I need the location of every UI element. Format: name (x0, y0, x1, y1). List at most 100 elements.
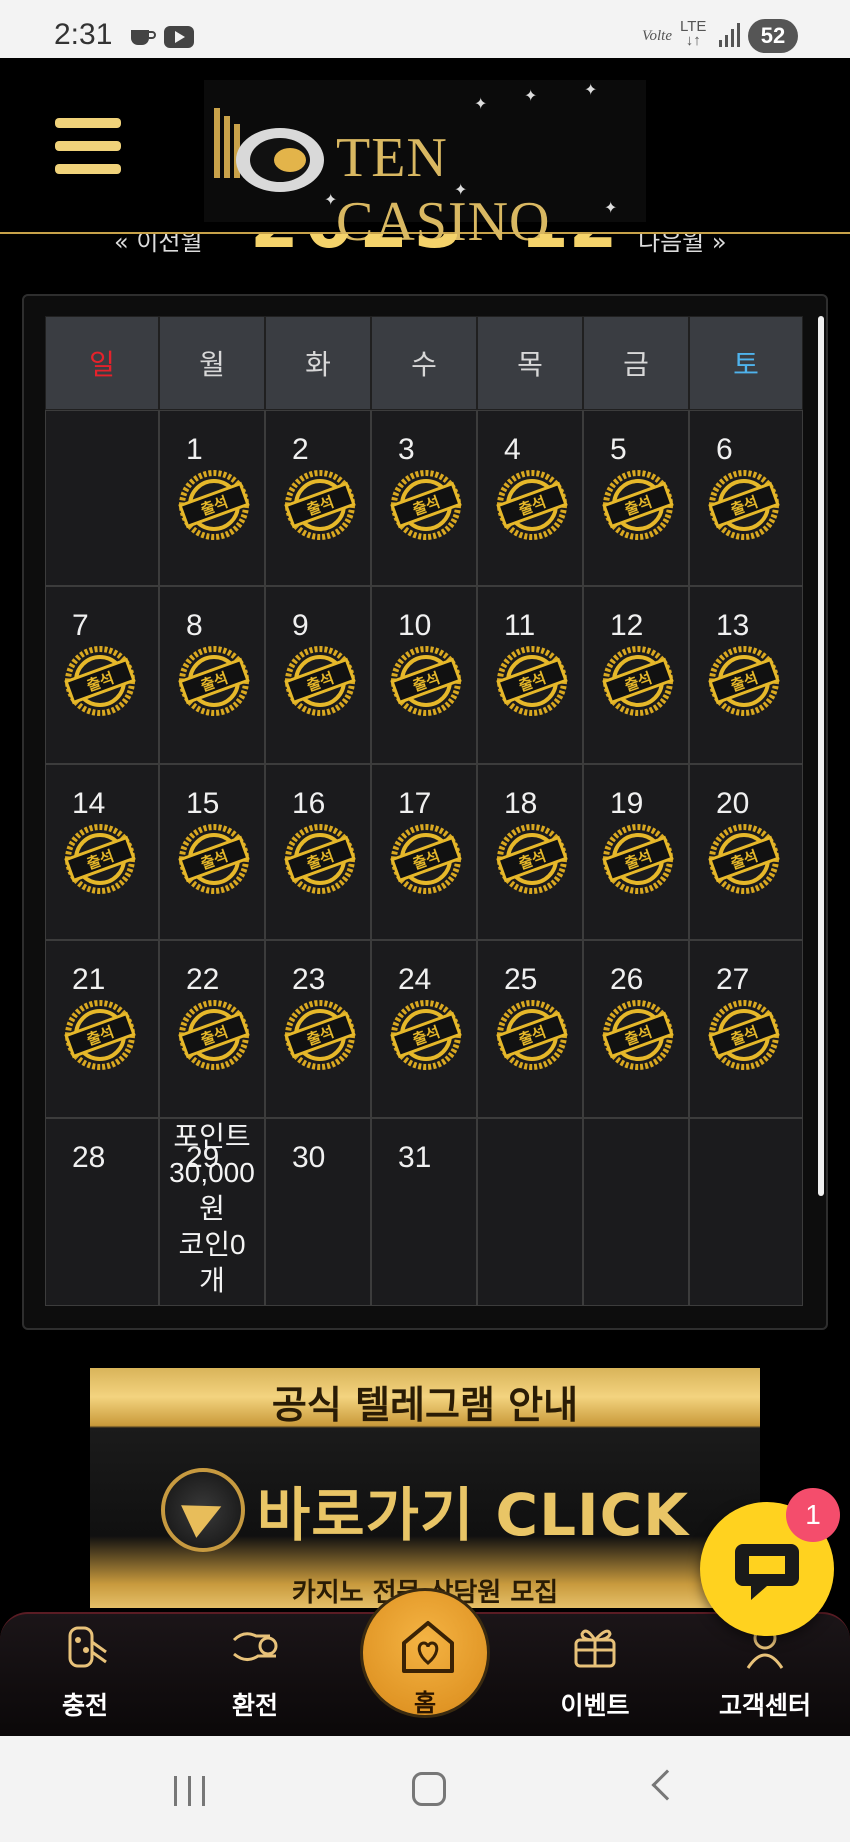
site-logo[interactable]: TEN CASINO ✦ ✦ ✦ ✦ ✦ ✦ (204, 80, 646, 253)
calendar-day-cell[interactable]: 4 출석 (477, 410, 583, 586)
calendar-day-cell[interactable]: 9 출석 (265, 586, 371, 764)
day-number: 5 (610, 433, 627, 466)
menu-bar-icon (55, 141, 121, 151)
telegram-banner[interactable]: 공식 텔레그램 안내 바로가기 CLICK 카지노 전문 상담원 모집 (90, 1368, 760, 1608)
calendar-day-cell[interactable]: 11 출석 (477, 586, 583, 764)
attendance-stamp-icon: 출석 (706, 467, 782, 543)
day-number: 13 (716, 609, 750, 642)
day-number: 31 (398, 1141, 432, 1174)
calendar-day-cell[interactable]: 5 출석 (583, 410, 689, 586)
calendar-day-cell[interactable]: 8 출석 (159, 586, 265, 764)
attendance-stamp-icon: 출석 (282, 821, 358, 897)
day-number: 14 (72, 787, 106, 820)
reward-line: 30,000 (169, 1157, 255, 1188)
day-number: 22 (186, 963, 220, 996)
nav-home-label: 홈 (413, 1689, 437, 1717)
calendar-day-cell[interactable]: 12 출석 (583, 586, 689, 764)
recent-bar-icon (202, 1776, 205, 1806)
calendar-day-cell[interactable]: 25 출석 (477, 940, 583, 1118)
system-back-button[interactable] (651, 1769, 683, 1801)
calendar-day-cell[interactable]: 18 출석 (477, 764, 583, 940)
calendar-month: 12 (520, 234, 617, 254)
calendar-day-cell[interactable]: 7 출석 (45, 586, 159, 764)
calendar-day-cell[interactable]: 24 출석 (371, 940, 477, 1118)
menu-bar-icon (55, 118, 121, 128)
calendar-empty-cell (477, 1118, 583, 1306)
scrollbar[interactable] (818, 316, 824, 1196)
calendar-day-cell[interactable]: 17 출석 (371, 764, 477, 940)
calendar-day-cell[interactable]: 22 출석 (159, 940, 265, 1118)
attendance-stamp-icon: 출석 (176, 821, 252, 897)
attendance-stamp-icon: 출석 (494, 997, 570, 1073)
attendance-stamp-icon: 출석 (494, 821, 570, 897)
site-header: TEN CASINO ✦ ✦ ✦ ✦ ✦ ✦ (0, 58, 850, 253)
charge-icon (68, 1626, 107, 1668)
recent-apps-button[interactable] (174, 1776, 208, 1806)
calendar-empty-cell (45, 410, 159, 586)
calendar-day-cell[interactable]: 27 출석 (689, 940, 803, 1118)
day-number: 1 (186, 433, 203, 466)
attendance-stamp-icon: 출석 (706, 821, 782, 897)
weekday-header-cell: 금 (583, 316, 689, 410)
day-number: 12 (610, 609, 644, 642)
calendar-day-cell[interactable]: 2 출석 (265, 410, 371, 586)
volte-indicator: Volte (642, 28, 672, 44)
attendance-stamp-icon: 출석 (600, 467, 676, 543)
calendar-week-row: 14 출석 15 출석 16 출석 17 출석 18 출석 19 출석 20 출석 (45, 764, 805, 940)
day-number: 30 (292, 1141, 326, 1174)
attendance-stamp-icon: 출석 (600, 997, 676, 1073)
coffee-icon (131, 30, 156, 45)
day-number: 10 (398, 609, 432, 642)
youtube-icon (164, 26, 194, 48)
calendar-day-cell[interactable]: 16 출석 (265, 764, 371, 940)
calendar-day-cell[interactable]: 29 포인트 30,000 원 코인0 개 (159, 1118, 265, 1306)
calendar-empty-cell (583, 1118, 689, 1306)
attendance-stamp-icon: 출석 (494, 643, 570, 719)
day-number: 25 (504, 963, 538, 996)
calendar-day-cell[interactable]: 1 출석 (159, 410, 265, 586)
recent-bar-icon (188, 1776, 191, 1806)
lte-indicator: LTE ↓↑ (680, 18, 707, 49)
calendar-day-cell[interactable]: 13 출석 (689, 586, 803, 764)
calendar-day-cell[interactable]: 6 출석 (689, 410, 803, 586)
calendar-day-cell[interactable]: 28 (45, 1118, 159, 1306)
nav-exchange[interactable]: 환전 (190, 1614, 320, 1738)
nav-support-label: 고객센터 (718, 1691, 811, 1720)
menu-button[interactable] (55, 118, 121, 174)
calendar-day-cell[interactable]: 30 (265, 1118, 371, 1306)
nav-event-label: 이벤트 (560, 1691, 630, 1720)
system-home-button[interactable] (412, 1772, 446, 1806)
day-number: 9 (292, 609, 309, 642)
calendar-day-cell[interactable]: 10 출석 (371, 586, 477, 764)
nav-event[interactable]: 이벤트 (530, 1614, 660, 1738)
calendar-day-cell[interactable]: 31 (371, 1118, 477, 1306)
attendance-stamp-icon: 출석 (282, 997, 358, 1073)
day-number: 27 (716, 963, 750, 996)
prev-month-link[interactable]: « 이전월 (114, 234, 203, 254)
calendar-day-cell[interactable]: 3 출석 (371, 410, 477, 586)
calendar-day-cell[interactable]: 23 출석 (265, 940, 371, 1118)
attendance-stamp-icon: 출석 (62, 821, 138, 897)
attendance-stamp-icon: 출석 (62, 997, 138, 1073)
lte-text: LTE (680, 18, 707, 35)
exchange-icon (232, 1632, 278, 1661)
attendance-stamp-icon: 출석 (176, 997, 252, 1073)
chat-icon (735, 1544, 799, 1600)
next-month-link[interactable]: 다음월 » (638, 234, 727, 254)
nav-charge[interactable]: 충전 (20, 1614, 150, 1738)
attendance-stamp-icon: 출석 (282, 643, 358, 719)
day-number: 16 (292, 787, 326, 820)
battery-indicator: 52 (748, 19, 798, 53)
calendar-week-row: 7 출석 8 출석 9 출석 10 출석 11 출석 12 출석 13 출석 (45, 586, 805, 764)
calendar-day-cell[interactable]: 20 출석 (689, 764, 803, 940)
attendance-stamp-icon: 출석 (706, 997, 782, 1073)
calendar-day-cell[interactable]: 15 출석 (159, 764, 265, 940)
calendar-day-cell[interactable]: 21 출석 (45, 940, 159, 1118)
day-number: 21 (72, 963, 106, 996)
calendar-day-cell[interactable]: 26 출석 (583, 940, 689, 1118)
attendance-stamp-icon: 출석 (62, 643, 138, 719)
weekday-header: 일월화수목금토 (45, 316, 805, 410)
calendar-day-cell[interactable]: 19 출석 (583, 764, 689, 940)
calendar-day-cell[interactable]: 14 출석 (45, 764, 159, 940)
nav-home[interactable]: 홈 (360, 1588, 490, 1718)
